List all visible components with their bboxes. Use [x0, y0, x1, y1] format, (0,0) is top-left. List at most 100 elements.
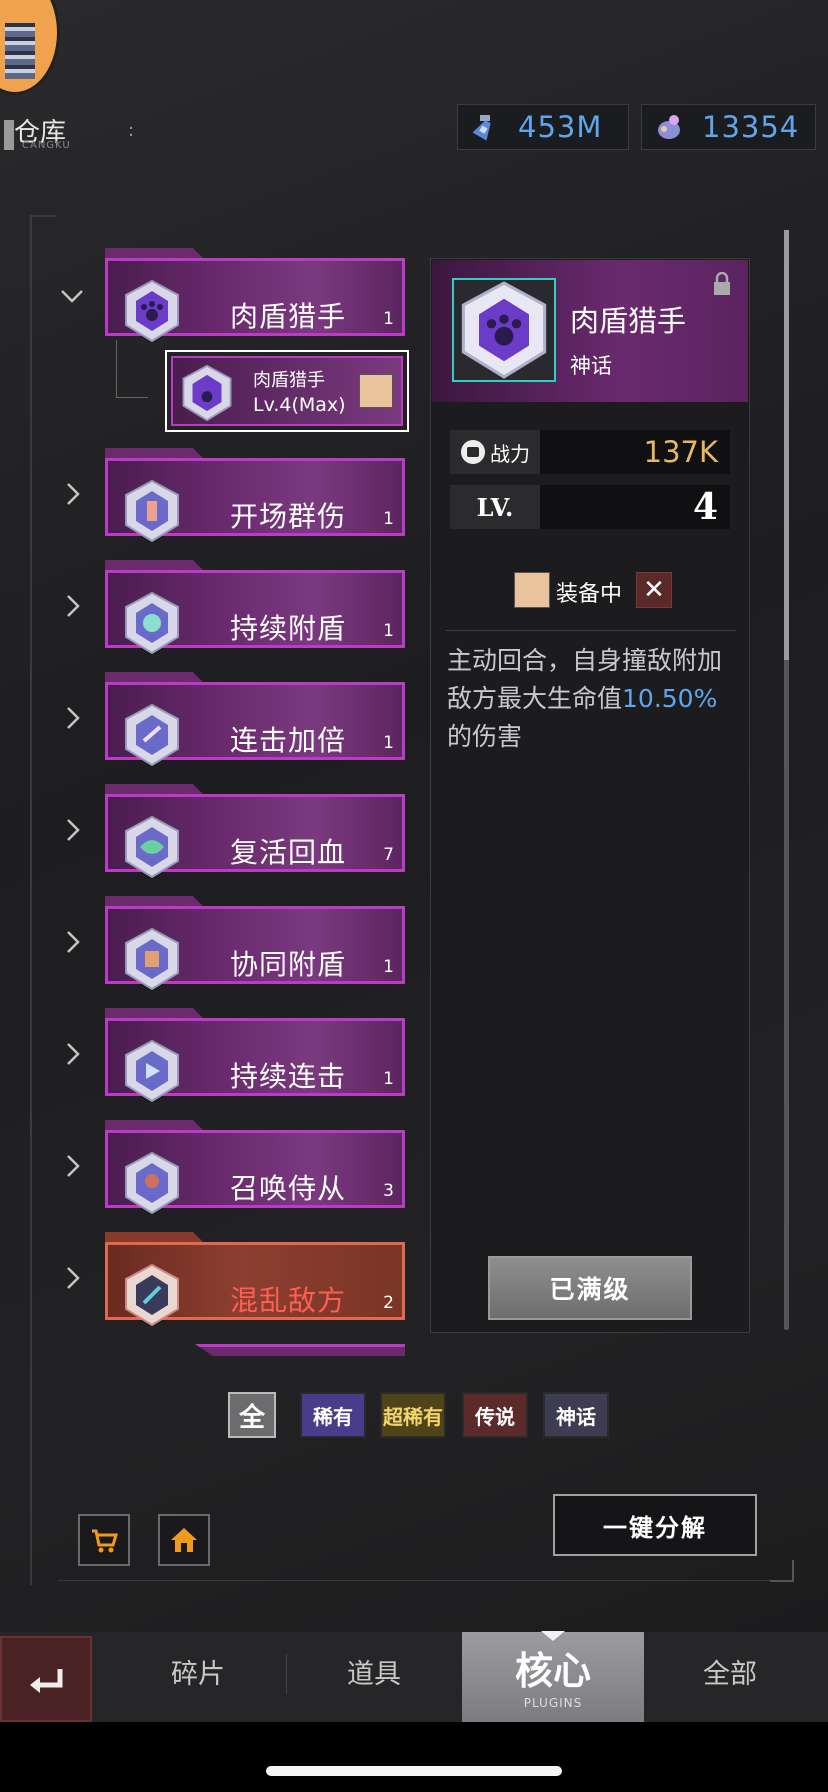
chevron-down-icon[interactable]	[58, 282, 86, 310]
core-item[interactable]: 开场群伤 1	[105, 448, 405, 543]
nav-separator	[286, 1654, 287, 1694]
emblem-combo-icon	[125, 703, 179, 767]
power-stat: 战力 137K	[450, 430, 730, 474]
core-count: 3	[383, 1181, 394, 1201]
filter-super-rare[interactable]: 超稀有	[380, 1392, 446, 1438]
level-stat: LV. 4	[450, 485, 730, 529]
level-value: 4	[692, 486, 718, 528]
unequip-button[interactable]: ✕	[636, 572, 672, 608]
equipped-status: 装备中	[556, 582, 623, 607]
emblem-shield-icon	[125, 591, 179, 655]
tab-all[interactable]: 全部	[670, 1652, 790, 1691]
core-item[interactable]: 混乱敌方 2	[105, 1232, 405, 1327]
player-avatar[interactable]	[0, 0, 60, 95]
max-level-button[interactable]: 已满级	[488, 1256, 692, 1320]
chevron-right-icon[interactable]	[58, 704, 86, 732]
core-sub-item-selected[interactable]: 肉盾猎手 Lv.4(Max)	[165, 350, 409, 432]
core-item[interactable]: 连击加倍 1	[105, 672, 405, 767]
emblem-chaos-icon	[125, 1263, 179, 1327]
back-button[interactable]	[0, 1636, 92, 1722]
emblem-revive-icon	[125, 815, 179, 879]
core-item[interactable]: 复活回血 7	[105, 784, 405, 879]
one-click-dismantle-button[interactable]: 一键分解	[553, 1494, 757, 1556]
sub-core-level: Lv.4(Max)	[253, 394, 346, 416]
level-label: LV.	[450, 485, 540, 529]
core-count: 1	[383, 621, 394, 641]
chevron-right-icon[interactable]	[58, 1040, 86, 1068]
core-name: 开场群伤	[229, 500, 346, 533]
core-item-partial	[105, 1344, 405, 1356]
chevron-right-icon[interactable]	[58, 1264, 86, 1292]
coin-amount: 13354	[702, 110, 800, 144]
frame-bottom-line	[58, 1580, 793, 1581]
potion-amount: 453M	[518, 110, 603, 144]
system-bar	[0, 1722, 828, 1792]
core-count: 7	[383, 845, 394, 865]
home-button[interactable]	[158, 1514, 210, 1566]
tab-items[interactable]: 道具	[314, 1652, 434, 1691]
core-name: 协同附盾	[229, 948, 346, 981]
filter-mythic[interactable]: 神话	[543, 1392, 609, 1438]
hero-portrait	[359, 374, 393, 408]
core-name: 肉盾猎手	[229, 300, 346, 333]
emblem-paw-icon	[461, 281, 547, 379]
emblem-streak-icon	[125, 1039, 179, 1103]
core-name: 连击加倍	[229, 724, 346, 757]
detail-divider	[446, 630, 736, 631]
back-arrow-icon	[30, 1669, 63, 1693]
filter-legendary[interactable]: 传说	[462, 1392, 528, 1438]
core-item[interactable]: 持续连击 1	[105, 1008, 405, 1103]
power-label: 战力	[490, 441, 530, 466]
separator-dots: :	[128, 120, 135, 141]
potion-icon	[472, 115, 491, 141]
core-name: 召唤侍从	[229, 1172, 346, 1205]
core-count: 1	[383, 733, 394, 753]
core-count: 2	[383, 1293, 394, 1313]
depot-subtitle: CANGKU	[22, 140, 71, 151]
detail-panel	[430, 258, 750, 1333]
chevron-right-icon[interactable]	[58, 816, 86, 844]
detail-core-name: 肉盾猎手	[570, 304, 687, 338]
fist-icon	[461, 440, 485, 464]
frame-corner-right	[770, 1560, 794, 1582]
list-scrollbar[interactable]	[784, 230, 789, 1330]
core-item-expanded[interactable]: 肉盾猎手 1	[105, 248, 405, 343]
tab-fragments[interactable]: 碎片	[138, 1652, 258, 1691]
core-count: 1	[383, 1069, 394, 1089]
core-name: 复活回血	[229, 836, 346, 869]
core-name: 持续附盾	[229, 612, 346, 645]
chevron-right-icon[interactable]	[58, 480, 86, 508]
core-count: 1	[383, 309, 394, 329]
core-item[interactable]: 召唤侍从 3	[105, 1120, 405, 1215]
core-name: 持续连击	[229, 1060, 346, 1093]
filter-rare[interactable]: 稀有	[300, 1392, 366, 1438]
core-count: 1	[383, 509, 394, 529]
chevron-right-icon[interactable]	[58, 928, 86, 956]
emblem-paw-icon	[125, 279, 179, 343]
filter-all[interactable]: 全	[228, 1392, 276, 1438]
currency-potion[interactable]: 453M	[457, 104, 629, 150]
skill-description: 主动回合，自身撞敌附加敌方最大生命值10.50%的伤害	[447, 646, 723, 751]
currency-coins[interactable]: 13354	[641, 104, 816, 150]
core-item[interactable]: 协同附盾 1	[105, 896, 405, 991]
core-name: 混乱敌方	[229, 1284, 346, 1317]
core-item[interactable]: 持续附盾 1	[105, 560, 405, 655]
chevron-right-icon[interactable]	[58, 1152, 86, 1180]
power-value: 137K	[643, 435, 718, 469]
emblem-summon-icon	[125, 1151, 179, 1215]
depot-marker	[4, 120, 14, 150]
emblem-paw-icon	[182, 364, 232, 422]
tab-core-active[interactable]: 核心 PLUGINS	[462, 1631, 644, 1722]
equipped-hero-portrait	[514, 572, 550, 608]
core-count: 1	[383, 957, 394, 977]
house-icon	[171, 1528, 197, 1552]
chevron-right-icon[interactable]	[58, 592, 86, 620]
frame-corner-left	[30, 215, 56, 1585]
lock-icon[interactable]	[712, 272, 732, 296]
home-indicator[interactable]	[266, 1766, 562, 1776]
damage-percent: 10.50%	[622, 684, 718, 713]
cart-icon	[92, 1529, 119, 1553]
shop-button[interactable]	[78, 1514, 130, 1566]
emblem-totem-icon	[125, 479, 179, 543]
emblem-coshield-icon	[125, 927, 179, 991]
